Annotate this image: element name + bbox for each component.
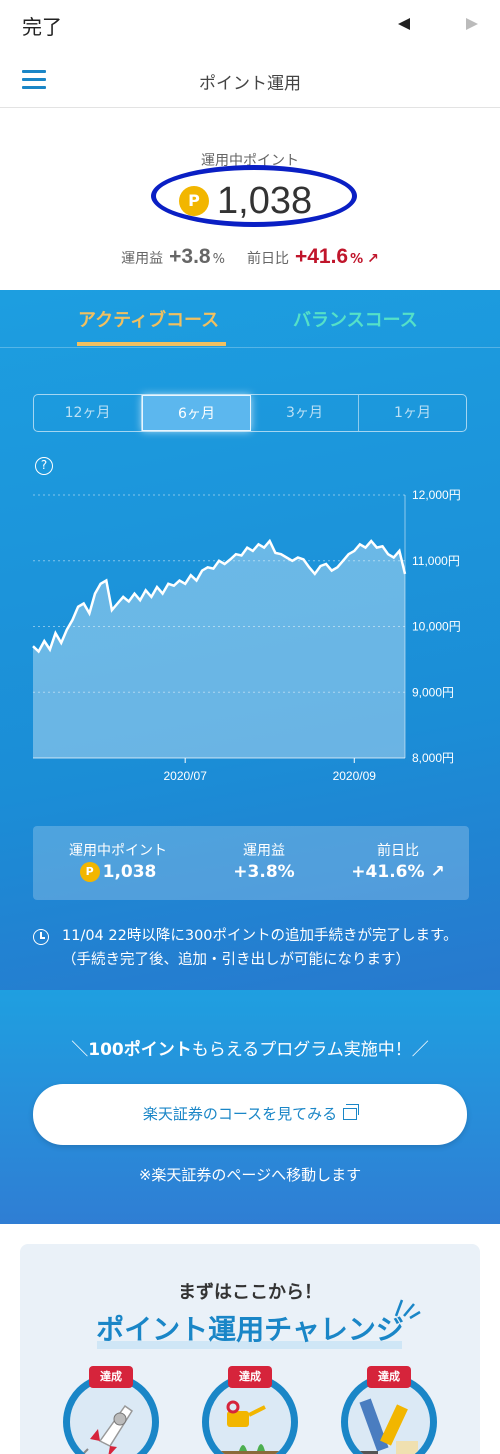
mini-points-label: 運用中ポイント <box>69 843 167 859</box>
program-section: ＼100ポイントもらえるプログラム実施中！／ 楽天証券のコースを見てみる ※楽天… <box>0 990 500 1224</box>
period-12m[interactable]: 12ヶ月 <box>34 395 142 431</box>
course-tabs: アクティブコース バランスコース <box>0 290 500 348</box>
summary-stats: 運用益 +3.8% 前日比 +41.6% ↗ <box>0 245 500 269</box>
page-header: ポイント運用 <box>0 50 500 108</box>
y-tick-label: 12,000円 <box>412 488 461 502</box>
x-tick-label: 2020/07 <box>163 769 207 783</box>
period-3m[interactable]: 3ヶ月 <box>251 395 359 431</box>
sparkle-icon <box>394 1299 421 1320</box>
day-change-label: 前日比 <box>246 251 289 267</box>
chart-area <box>33 541 405 758</box>
notice-text: 11/04 22時以降に300ポイントの追加手続きが完了します。（手続き完了後、… <box>62 928 458 968</box>
gain-unit: % <box>212 252 225 267</box>
up-arrow-icon: ↗ <box>367 251 379 267</box>
move-note: ※楽天証券のページへ移動します <box>138 1166 362 1184</box>
help-icon[interactable]: ? <box>35 457 53 475</box>
badge-rocket[interactable]: 達成 <box>63 1366 163 1454</box>
day-change-unit: % <box>350 252 364 267</box>
points-summary: 運用中ポイント P 1,038 運用益 +3.8% 前日比 +41.6% ↗ <box>0 108 500 290</box>
program-rest: もらえるプログラム実施中！／ <box>191 1040 429 1060</box>
mini-gain: 運用益 +3.8% <box>203 840 325 882</box>
back-arrow-icon[interactable] <box>398 18 410 30</box>
mini-points-value: 1,038 <box>102 862 157 882</box>
badge-pencil[interactable]: 達成 <box>341 1366 441 1454</box>
point-coin-icon: P <box>179 186 209 216</box>
view-course-button[interactable]: 楽天証券のコースを見てみる <box>33 1084 467 1145</box>
points-value: 1,038 <box>217 180 313 222</box>
page-title: ポイント運用 <box>199 74 301 94</box>
up-arrow-icon: ↗ <box>430 862 445 882</box>
gain-value: +3.8 <box>169 245 211 268</box>
achieved-tag: 達成 <box>228 1366 272 1388</box>
achieved-tag: 達成 <box>367 1366 411 1388</box>
tab-active-course[interactable]: アクティブコース <box>78 306 219 332</box>
program-banner: ＼100ポイントもらえるプログラム実施中！／ <box>0 1035 500 1060</box>
challenge-card[interactable]: まずはここから！ ポイント運用チャレンジ 達成 達成 達成 <box>20 1244 480 1454</box>
y-tick-label: 10,000円 <box>412 620 461 634</box>
point-coin-icon: P <box>79 862 100 882</box>
view-course-label: 楽天証券のコースを見てみる <box>142 1105 338 1123</box>
badge-watering[interactable]: 達成 <box>202 1366 302 1454</box>
clock-icon <box>33 929 49 945</box>
mini-gain-value: +3.8% <box>233 862 295 882</box>
period-selector: 12ヶ月 6ヶ月 3ヶ月 1ヶ月 <box>33 394 467 432</box>
course-section: アクティブコース バランスコース 12ヶ月 6ヶ月 3ヶ月 1ヶ月 ? 12,0… <box>0 290 500 1224</box>
y-tick-label: 9,000円 <box>412 685 454 699</box>
achieved-tag: 達成 <box>89 1366 133 1388</box>
mini-points: 運用中ポイント P 1,038 <box>33 840 203 882</box>
day-change-value: +41.6 <box>294 245 349 268</box>
program-bold: 100ポイント <box>88 1040 192 1060</box>
done-button[interactable]: 完了 <box>22 11 62 40</box>
mini-day-value: +41.6% <box>351 862 425 882</box>
x-tick-label: 2020/09 <box>333 769 377 783</box>
tab-balance-course[interactable]: バランスコース <box>293 306 418 332</box>
gain-label: 運用益 <box>121 251 164 267</box>
performance-chart: 12,000円 11,000円 10,000円 9,000円 8,000円 2020/0… <box>32 488 461 783</box>
browser-bar: 完了 <box>0 0 500 50</box>
mini-day-change: 前日比 +41.6% ↗ <box>333 840 463 882</box>
forward-arrow-icon[interactable] <box>466 18 478 30</box>
program-prefix: ＼ <box>71 1040 89 1060</box>
period-1m[interactable]: 1ヶ月 <box>359 395 466 431</box>
mini-summary-card: 運用中ポイント P 1,038 運用益 +3.8% 前日比 +41.6% ↗ <box>33 826 469 900</box>
notice-text-block: 11/04 22時以降に300ポイントの追加手続きが完了します。（手続き完了後、… <box>33 924 463 972</box>
external-link-icon <box>343 1104 360 1120</box>
period-6m[interactable]: 6ヶ月 <box>142 395 251 431</box>
active-tab-indicator <box>77 342 226 346</box>
mini-gain-label: 運用益 <box>243 843 285 859</box>
y-tick-label: 11,000円 <box>412 554 460 568</box>
mini-day-label: 前日比 <box>377 843 419 859</box>
y-tick-label: 8,000円 <box>412 751 454 765</box>
